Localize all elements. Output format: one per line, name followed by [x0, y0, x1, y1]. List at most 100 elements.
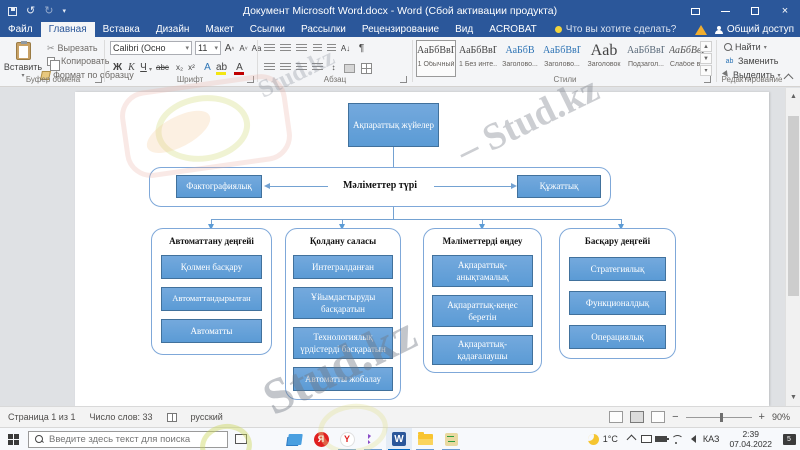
diagram-item[interactable]: Ақпараттық-кеңес беретін — [432, 295, 533, 327]
font-dialog-launcher[interactable] — [247, 76, 254, 83]
style-heading2[interactable]: АаБбВвГ Заголово... — [542, 40, 582, 77]
vertical-scrollbar[interactable]: ▲ ▼ — [785, 88, 800, 406]
read-mode-icon[interactable] — [609, 411, 624, 423]
replace-button[interactable]: ab Заменить — [724, 56, 779, 66]
tray-display-icon[interactable] — [639, 428, 654, 450]
qat-customize-icon[interactable]: ▾ — [62, 8, 66, 15]
font-size-combo[interactable]: 11 ▾ — [195, 41, 221, 55]
diagram-item[interactable]: Автоматты — [161, 319, 262, 343]
diagram-item[interactable]: Технологиялық үрдістерді басқаратын — [293, 327, 393, 359]
tab-mailings[interactable]: Рассылки — [293, 22, 354, 37]
pilcrow-icon[interactable]: ¶ — [356, 42, 367, 55]
taskbar-teams[interactable] — [282, 428, 308, 450]
diagram-box-kuzhattyk[interactable]: Құжаттық — [517, 175, 601, 198]
italic-icon[interactable]: К — [126, 61, 137, 74]
diagram-item[interactable]: Функционалдық — [569, 291, 666, 315]
zoom-level[interactable]: 90% — [772, 412, 790, 422]
tab-home[interactable]: Главная — [40, 22, 95, 37]
diagram-item[interactable]: Ақпараттық-қадағалаушы — [432, 335, 533, 365]
web-layout-icon[interactable] — [651, 411, 666, 423]
align-left-icon[interactable] — [264, 63, 275, 72]
bullets-icon[interactable] — [264, 44, 275, 53]
shrink-font-icon[interactable]: А ˅ — [238, 42, 249, 55]
tab-layout[interactable]: Макет — [197, 22, 241, 37]
taskbar-word[interactable]: W — [386, 427, 412, 450]
minimize-button[interactable] — [710, 0, 740, 22]
task-view-button[interactable] — [228, 428, 254, 450]
strikethrough-icon[interactable]: abc — [156, 61, 169, 74]
diagram-box-faktografiyalyk[interactable]: Фактографиялық — [176, 175, 262, 198]
superscript-icon[interactable]: x² — [186, 61, 197, 74]
scroll-down-icon[interactable]: ▼ — [786, 391, 800, 404]
bold-icon[interactable]: Ж — [112, 61, 123, 74]
taskbar-remote-app[interactable] — [438, 428, 464, 450]
diagram-item[interactable]: Стратегиялық — [569, 257, 666, 281]
shading-icon[interactable] — [344, 64, 355, 73]
diagram-item[interactable]: Ұйымдастыруды басқаратын — [293, 287, 393, 319]
tab-insert[interactable]: Вставка — [95, 22, 148, 37]
find-button[interactable]: Найти ▾ — [724, 42, 767, 52]
wifi-icon[interactable] — [669, 428, 684, 450]
taskbar-explorer[interactable] — [412, 428, 438, 450]
start-button[interactable] — [0, 428, 26, 450]
copy-button[interactable]: Копировать — [47, 56, 109, 71]
proofing-icon[interactable] — [166, 412, 177, 422]
tab-review[interactable]: Рецензирование — [354, 22, 447, 37]
page-indicator[interactable]: Страница 1 из 1 — [8, 412, 75, 422]
tab-references[interactable]: Ссылки — [242, 22, 293, 37]
taskbar-yandex-browser[interactable]: Y — [334, 428, 360, 450]
underline-icon[interactable]: Ч — [138, 61, 149, 74]
taskbar-search[interactable] — [28, 430, 228, 448]
zoom-in-icon[interactable]: + — [759, 411, 765, 423]
tab-view[interactable]: Вид — [447, 22, 481, 37]
weather-temp[interactable]: 1°C — [603, 434, 618, 444]
style-subtitle[interactable]: АаБбВвГ Подзагол... — [626, 40, 666, 77]
style-heading1[interactable]: АаБбВ Заголово... — [500, 40, 540, 77]
tab-acrobat[interactable]: ACROBAT — [481, 22, 545, 37]
zoom-slider[interactable] — [685, 412, 752, 422]
print-layout-icon[interactable] — [630, 411, 645, 423]
diagram-item[interactable]: Автоматты жобалау — [293, 367, 393, 391]
maximize-button[interactable] — [740, 0, 770, 22]
redo-icon[interactable]: ↻ — [44, 5, 53, 17]
line-spacing-icon[interactable]: ↕ — [328, 61, 339, 74]
word-count[interactable]: Число слов: 33 — [89, 412, 152, 422]
subscript-icon[interactable]: x₂ — [174, 61, 185, 74]
align-right-icon[interactable] — [296, 63, 307, 72]
increase-indent-icon[interactable] — [327, 44, 336, 53]
style-title[interactable]: Aab Заголовок — [584, 40, 624, 77]
activation-warning-icon[interactable] — [694, 24, 707, 35]
styles-gallery-scroll[interactable]: ▲ ▼ ▾ — [700, 41, 712, 76]
cut-button[interactable]: ✂ Вырезать — [47, 43, 98, 53]
taskbar-visual-studio[interactable] — [360, 428, 386, 450]
weather-moon-icon[interactable] — [587, 433, 599, 445]
diagram-item[interactable]: Автоматтандырылған — [161, 287, 262, 311]
multilevel-list-icon[interactable] — [296, 44, 307, 53]
sort-icon[interactable]: А↓ — [340, 42, 351, 55]
diagram-item[interactable]: Операциялық — [569, 325, 666, 349]
decrease-indent-icon[interactable] — [313, 44, 322, 53]
scroll-up-icon[interactable]: ▲ — [786, 90, 800, 103]
battery-icon[interactable] — [654, 428, 670, 450]
notification-center-button[interactable]: 5 — [778, 428, 800, 450]
keyboard-language[interactable]: КАЗ — [703, 434, 720, 444]
diagram-root-box[interactable]: Ақпараттық жүйелер — [348, 103, 439, 147]
font-name-combo[interactable]: Calibri (Осно ▾ — [110, 41, 192, 55]
grow-font-icon[interactable]: А ˄ — [224, 42, 235, 55]
share-button[interactable]: Общий доступ — [714, 24, 794, 35]
style-normal[interactable]: АаБбВвГг1 Обычный — [416, 40, 456, 77]
search-input[interactable] — [49, 433, 219, 445]
taskbar-yandex[interactable]: Я — [308, 428, 334, 450]
tab-design[interactable]: Дизайн — [148, 22, 198, 37]
align-center-icon[interactable] — [280, 63, 291, 72]
tab-file[interactable]: Файл — [0, 22, 41, 37]
undo-icon[interactable]: ↺ — [26, 5, 35, 17]
style-no-spacing[interactable]: АаБбВвГг1 Без инте... — [458, 40, 498, 77]
clipboard-dialog-launcher[interactable] — [95, 76, 102, 83]
underline-dropdown-icon[interactable]: ▾ — [149, 66, 152, 73]
highlight-icon[interactable]: ab — [216, 62, 227, 75]
tell-me-box[interactable]: Что вы хотите сделать? — [545, 22, 676, 37]
diagram-item[interactable]: Интегралданған — [293, 255, 393, 279]
text-effects-icon[interactable]: А — [202, 61, 213, 74]
diagram-item[interactable]: Қолмен басқару — [161, 255, 262, 279]
